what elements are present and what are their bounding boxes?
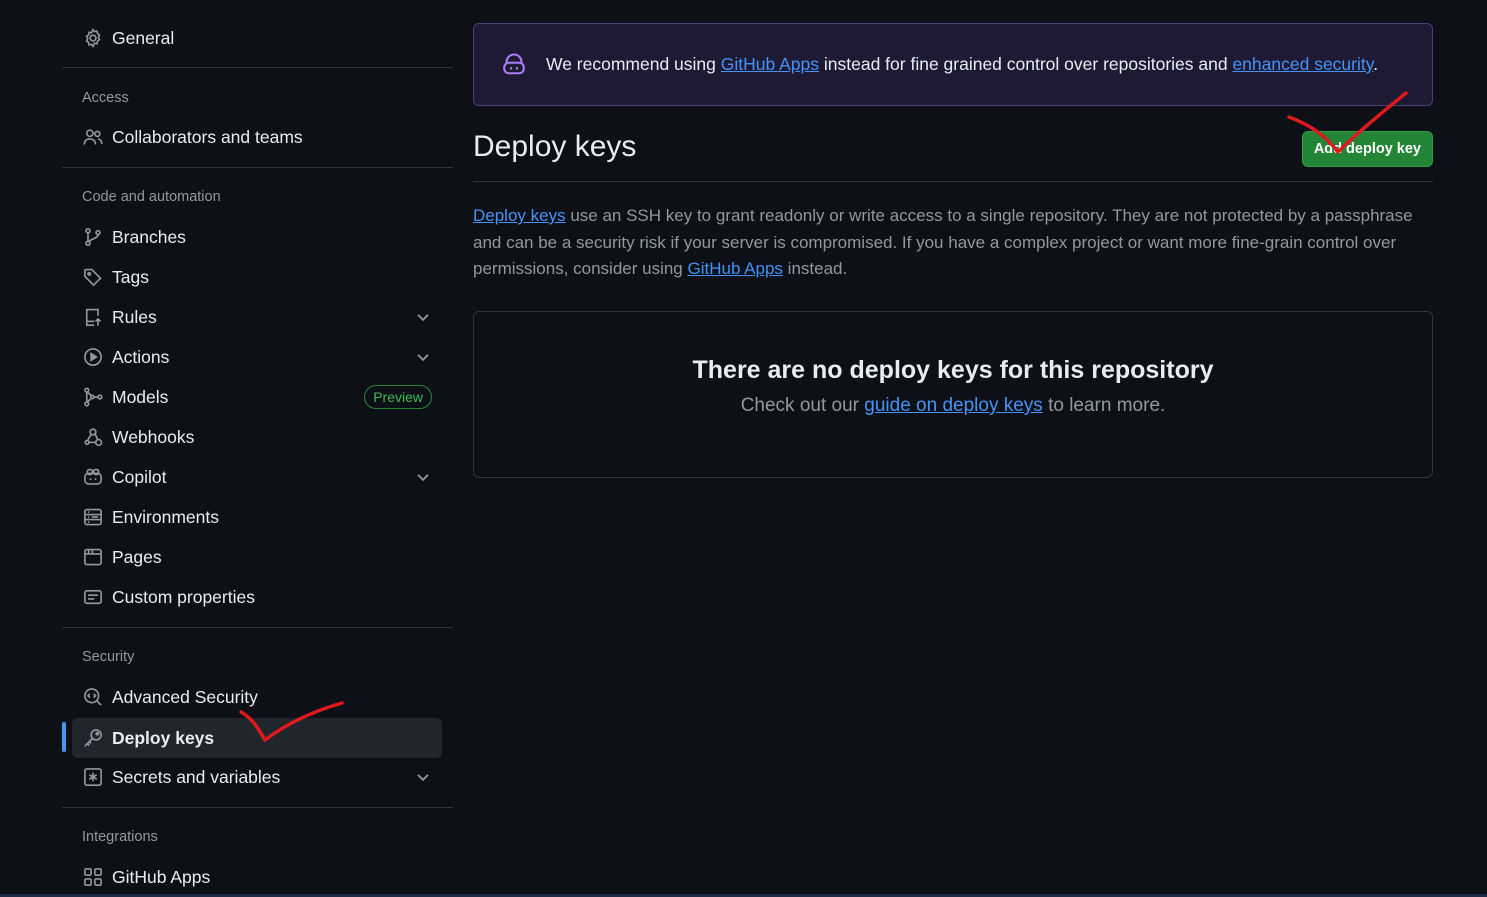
tag-icon <box>82 266 104 288</box>
section-heading-security: Security <box>82 649 135 665</box>
gear-icon <box>82 27 104 49</box>
sidebar-item-deploy-keys[interactable]: Deploy keys <box>72 718 442 758</box>
banner-text-post: . <box>1373 54 1379 74</box>
sidebar-item-tags[interactable]: Tags <box>72 257 442 297</box>
sidebar-item-rules[interactable]: Rules <box>72 297 442 337</box>
apps-icon <box>82 866 104 888</box>
sidebar-item-github-apps[interactable]: GitHub Apps <box>72 857 442 897</box>
key-icon <box>82 727 104 749</box>
chevron-down-icon[interactable] <box>414 308 432 326</box>
sidebar-item-label: GitHub Apps <box>112 866 211 887</box>
sidebar-item-label: Deploy keys <box>112 727 215 748</box>
sidebar-item-pages[interactable]: Pages <box>72 537 442 577</box>
divider <box>62 167 453 168</box>
browser-icon <box>82 546 104 568</box>
page-title: Deploy keys <box>473 130 637 163</box>
github-apps-link[interactable]: GitHub Apps <box>721 54 819 74</box>
recommendation-banner: We recommend using GitHub Apps instead f… <box>473 23 1433 106</box>
deploy-keys-description: Deploy keys use an SSH key to grant read… <box>473 203 1433 283</box>
sidebar-item-label: General <box>112 27 175 48</box>
divider <box>62 807 453 808</box>
sidebar-item-label: Actions <box>112 346 170 367</box>
section-heading-integrations: Integrations <box>82 829 158 845</box>
codescan-icon <box>82 686 104 708</box>
sidebar-item-label: Copilot <box>112 466 167 487</box>
sidebar-item-webhooks[interactable]: Webhooks <box>72 417 442 457</box>
people-icon <box>82 126 104 148</box>
sidebar-item-custom-properties[interactable]: Custom properties <box>72 577 442 617</box>
banner-text-pre: We recommend using <box>546 54 721 74</box>
sidebar-item-collaborators[interactable]: Collaborators and teams <box>72 117 442 157</box>
banner-text-mid: instead for fine grained control over re… <box>819 54 1233 74</box>
sidebar-item-models[interactable]: Models Preview <box>72 377 442 417</box>
divider <box>62 627 453 628</box>
copilot-icon <box>502 53 526 77</box>
deploy-keys-docs-link[interactable]: Deploy keys <box>473 206 566 225</box>
sidebar-item-label: Custom properties <box>112 586 255 607</box>
sidebar-item-advanced-security[interactable]: Advanced Security <box>72 677 442 717</box>
add-deploy-key-button[interactable]: Add deploy key <box>1301 131 1433 167</box>
sidebar-item-environments[interactable]: Environments <box>72 497 442 537</box>
banner-text: We recommend using GitHub Apps instead f… <box>546 54 1378 75</box>
sidebar-item-branches[interactable]: Branches <box>72 217 442 257</box>
sidebar-item-label: Pages <box>112 546 162 567</box>
sidebar-item-label: Webhooks <box>112 426 195 447</box>
sidebar-item-label: Branches <box>112 226 186 247</box>
sidebar-item-secrets-variables[interactable]: Secrets and variables <box>72 757 442 797</box>
chevron-down-icon[interactable] <box>414 768 432 786</box>
divider <box>473 181 1433 182</box>
sidebar-item-copilot[interactable]: Copilot <box>72 457 442 497</box>
ai-model-icon <box>82 386 104 408</box>
enhanced-security-link[interactable]: enhanced security <box>1232 54 1373 74</box>
section-heading-code-automation: Code and automation <box>82 189 221 205</box>
webhook-icon <box>82 426 104 448</box>
empty-state-pre: Check out our <box>740 395 865 416</box>
preview-badge: Preview <box>364 385 432 409</box>
copilot-icon <box>82 466 104 488</box>
note-icon <box>82 586 104 608</box>
key-asterisk-icon <box>82 766 104 788</box>
play-icon <box>82 346 104 368</box>
empty-state-post: to learn more. <box>1042 395 1166 416</box>
sidebar-item-actions[interactable]: Actions <box>72 337 442 377</box>
divider <box>62 67 453 68</box>
sidebar-item-label: Advanced Security <box>112 686 258 707</box>
sidebar-item-label: Rules <box>112 306 157 327</box>
git-branch-icon <box>82 226 104 248</box>
sidebar-item-label: Collaborators and teams <box>112 126 303 147</box>
sidebar-item-label: Models <box>112 386 169 407</box>
empty-state: There are no deploy keys for this reposi… <box>473 311 1433 478</box>
section-heading-access: Access <box>82 90 129 106</box>
repo-push-icon <box>82 306 104 328</box>
sidebar-item-label: Secrets and variables <box>112 766 281 787</box>
empty-state-title: There are no deploy keys for this reposi… <box>692 356 1214 384</box>
active-indicator <box>62 722 66 752</box>
server-icon <box>82 506 104 528</box>
description-text-end: instead. <box>782 259 848 278</box>
github-apps-link[interactable]: GitHub Apps <box>687 259 782 278</box>
empty-state-text: Check out our guide on deploy keys to le… <box>474 395 1432 417</box>
chevron-down-icon[interactable] <box>414 468 432 486</box>
description-text: use an SSH key to grant readonly or writ… <box>473 206 1413 278</box>
deploy-keys-guide-link[interactable]: guide on deploy keys <box>864 395 1043 416</box>
chevron-down-icon[interactable] <box>414 348 432 366</box>
sidebar-item-general[interactable]: General <box>72 18 442 58</box>
settings-sidebar: General Access Collaborators and teams C… <box>62 0 453 897</box>
sidebar-item-label: Environments <box>112 506 219 527</box>
sidebar-item-label: Tags <box>112 266 149 287</box>
